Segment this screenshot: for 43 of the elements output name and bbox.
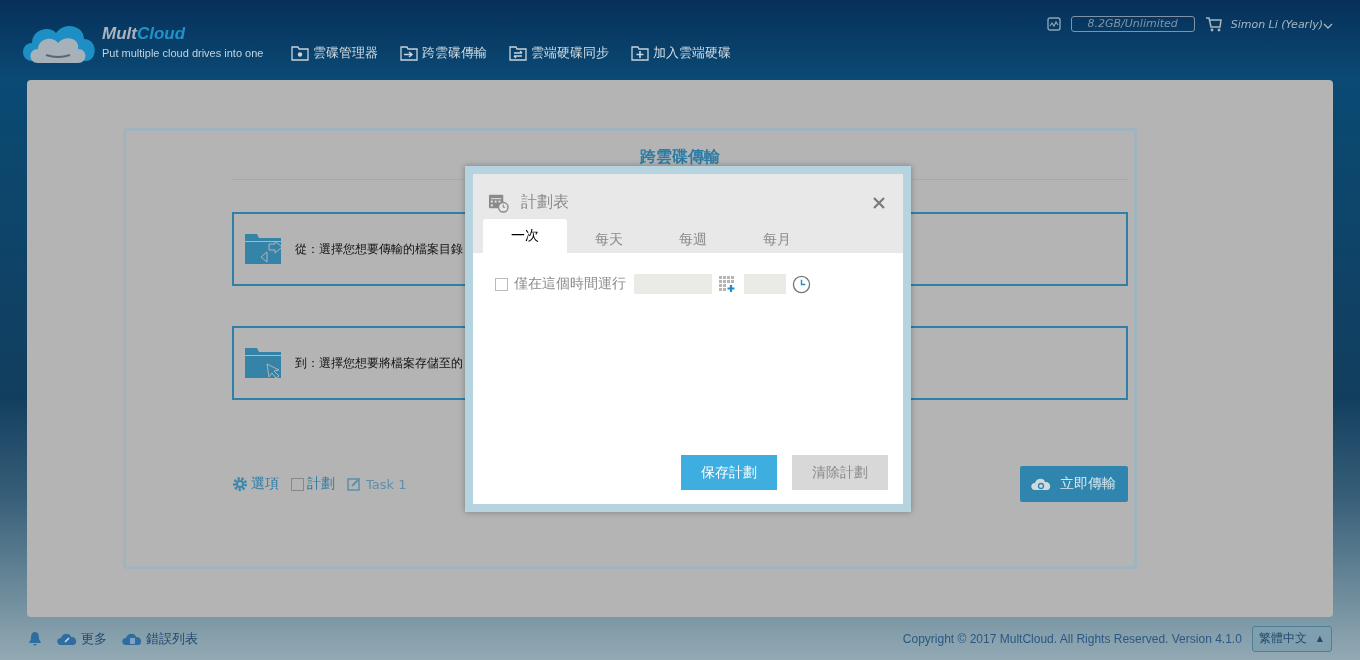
transfer-now-button[interactable]: 立即傳輸 bbox=[1020, 466, 1128, 502]
copyright-text: Copyright © 2017 MultCloud. All Rights Reserved. Version 4.1.0 bbox=[902, 631, 1242, 646]
folder-cursor-icon bbox=[245, 348, 283, 378]
nav-link[interactable]: 雲端硬碟同步 bbox=[509, 44, 610, 62]
folder-arrow-icon bbox=[400, 45, 419, 61]
footer-link[interactable]: 錯誤列表 bbox=[121, 629, 198, 648]
settings-icon bbox=[232, 476, 248, 492]
cloud-list-icon bbox=[121, 631, 143, 646]
footer-link[interactable]: 更多 bbox=[56, 629, 107, 648]
schedule-tab[interactable]: 每週 bbox=[651, 219, 735, 253]
tagline: Put multiple cloud drives into one bbox=[102, 47, 264, 59]
notification-bell-icon[interactable] bbox=[28, 630, 42, 647]
user-menu[interactable]: Simon Li (Yearly) bbox=[1230, 17, 1323, 31]
panel-title: 跨雲碟傳輸 bbox=[639, 146, 721, 168]
schedule-tab[interactable]: 一次 bbox=[483, 219, 567, 253]
date-field[interactable] bbox=[634, 274, 712, 294]
nav-link[interactable]: 加入雲端硬碟 bbox=[631, 44, 732, 62]
language-selector[interactable]: 繁體中文 ▲ bbox=[1251, 625, 1332, 652]
calendar-add-icon[interactable] bbox=[718, 275, 736, 293]
cart-icon[interactable] bbox=[1204, 16, 1223, 32]
cloud-link-icon bbox=[56, 631, 78, 646]
close-icon[interactable] bbox=[873, 196, 885, 209]
schedule-tab[interactable]: 每月 bbox=[735, 219, 819, 253]
clear-button[interactable]: 清除計劃 bbox=[792, 455, 888, 490]
save-button[interactable]: 保存計劃 bbox=[681, 455, 777, 490]
schedule-checkbox[interactable]: 計劃 bbox=[291, 475, 335, 493]
nav-link[interactable]: 跨雲碟傳輸 bbox=[400, 44, 488, 62]
schedule-tab[interactable]: 每天 bbox=[567, 219, 651, 253]
time-field[interactable] bbox=[744, 274, 786, 294]
options-link[interactable]: 選項 bbox=[232, 475, 279, 493]
folder-plus-icon bbox=[631, 45, 650, 61]
dialog-title: 計劃表 bbox=[521, 192, 569, 213]
storage-usage: 8.2GB/Unlimited bbox=[1070, 16, 1195, 32]
logo-text: MultCloud bbox=[102, 25, 187, 43]
folder-transfer-icon bbox=[245, 234, 283, 264]
clock-icon[interactable] bbox=[792, 274, 811, 294]
nav-link[interactable]: 雲碟管理器 bbox=[291, 44, 379, 62]
calendar-clock-icon bbox=[488, 192, 509, 213]
folder-sync-icon bbox=[509, 45, 528, 61]
chevron-icon[interactable] bbox=[1323, 23, 1333, 29]
edit-icon bbox=[347, 477, 361, 491]
activity-icon[interactable] bbox=[1046, 17, 1061, 31]
cloud-refresh-icon bbox=[1030, 477, 1052, 491]
